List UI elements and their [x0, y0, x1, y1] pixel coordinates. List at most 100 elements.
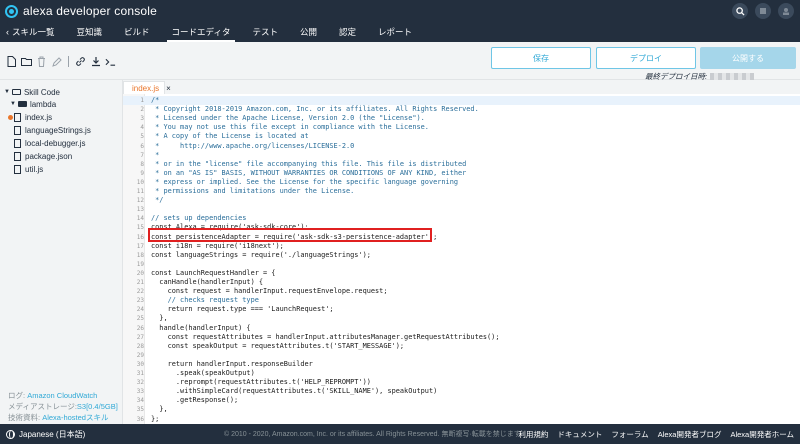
code-line[interactable]: 6 * http://www.apache.org/licenses/LICEN…	[123, 142, 800, 151]
code-line[interactable]: 29	[123, 351, 800, 360]
copyright-text: © 2010 - 2020, Amazon.com, Inc. or its a…	[224, 431, 521, 438]
footer-link-home[interactable]: Alexa開発者ホーム	[730, 429, 794, 440]
tree-file-util-js[interactable]: util.js	[14, 163, 43, 175]
language-selector[interactable]: Japanese (日本語)	[6, 429, 85, 440]
code-line[interactable]: 35 },	[123, 405, 800, 414]
tab-index-js[interactable]: index.js ×	[123, 81, 171, 95]
code-line[interactable]: 30 return handlerInput.responseBuilder	[123, 360, 800, 369]
deploy-button[interactable]: デプロイ	[596, 47, 696, 69]
footer-link-docs[interactable]: ドキュメント	[557, 429, 602, 440]
line-number: 7	[140, 151, 144, 159]
app-title[interactable]: alexa developer console	[23, 4, 157, 18]
code-line[interactable]: 3 * Licensed under the Apache License, V…	[123, 114, 800, 123]
tree-folder-label: lambda	[29, 99, 57, 109]
code-text: .speak(speakOutput)	[151, 369, 255, 377]
alexa-logo-icon[interactable]	[5, 4, 18, 18]
chevron-left-icon: ‹	[6, 27, 9, 37]
code-line[interactable]: 7 *	[123, 151, 800, 160]
tab-certification[interactable]: 認定	[328, 22, 367, 42]
code-line[interactable]: 34 .getResponse();	[123, 396, 800, 405]
tree-file-label: package.json	[25, 151, 73, 161]
tab-build[interactable]: ビルド	[113, 22, 161, 42]
code-text: *	[151, 150, 160, 159]
footer-link-blog[interactable]: Alexa開発者ブログ	[658, 429, 722, 440]
line-number: 8	[140, 160, 144, 168]
footer-link-forums[interactable]: フォーラム	[611, 429, 648, 440]
download-icon[interactable]	[90, 56, 101, 67]
tree-file-package-json[interactable]: package.json	[14, 150, 72, 162]
tree-file-local-debugger-js[interactable]: local-debugger.js	[14, 137, 85, 149]
code-text: return request.type === 'LaunchRequest';	[151, 305, 334, 314]
line-number: 35	[136, 406, 144, 414]
code-line[interactable]: 18 const languageStrings = require('./lan…	[123, 251, 800, 260]
sidebar-resource-links: ログ: Amazon CloudWatch メディアストレージ:S3[0.4/5…	[8, 390, 118, 423]
code-line[interactable]: 8 * or in the "license" file accompanyin…	[123, 160, 800, 169]
line-number: 20	[136, 269, 144, 277]
tree-folder-lambda[interactable]: ▼ lambda	[10, 98, 56, 110]
notifications-icon[interactable]	[755, 3, 771, 19]
line-number: 32	[136, 379, 144, 387]
line-number: 4	[140, 124, 144, 132]
code-line[interactable]: 33 .withSimpleCard(requestAttributes.t('…	[123, 387, 800, 396]
back-to-skills-link[interactable]: ‹ スキル一覧	[0, 22, 66, 42]
code-line[interactable]: 10 * express or implied. See the License…	[123, 178, 800, 187]
code-line[interactable]: 27 const requestAttributes = handlerInpu…	[123, 333, 800, 342]
close-tab-icon[interactable]: ×	[166, 84, 171, 93]
code-line[interactable]: 4 * You may not use this file except in …	[123, 123, 800, 132]
code-line[interactable]: 5 * A copy of the License is located at	[123, 132, 800, 141]
footer-link-terms[interactable]: 利用規約	[518, 429, 548, 440]
code-line[interactable]: 25 },	[123, 314, 800, 323]
search-icon[interactable]	[732, 3, 748, 19]
tab-publish[interactable]: 公開	[289, 22, 328, 42]
publish-button[interactable]: 公開する	[700, 47, 796, 69]
code-line[interactable]: 26 handle(handlerInput) {	[123, 324, 800, 333]
code-editor[interactable]: 1/* 2 * Copyright 2018-2019 Amazon.com, I…	[123, 94, 800, 424]
code-line[interactable]: 1 /*	[123, 96, 800, 105]
tab-skill-name[interactable]: 豆知識	[66, 22, 114, 42]
tree-file-languagestrings-js[interactable]: languageStrings.js	[14, 124, 91, 136]
delete-icon[interactable]	[36, 56, 47, 67]
tree-root-skill-code[interactable]: ▼ Skill Code	[4, 86, 60, 98]
code-text: },	[151, 405, 168, 414]
code-line[interactable]: 23 // checks request type	[123, 296, 800, 305]
code-line[interactable]: 12 */	[123, 196, 800, 205]
code-line[interactable]: 19	[123, 260, 800, 269]
code-text: * permissions and limitations under the …	[151, 187, 355, 195]
code-line[interactable]: 31 .speak(speakOutput)	[123, 369, 800, 378]
code-line[interactable]: 21 canHandle(handlerInput) {	[123, 278, 800, 287]
code-line[interactable]: 9 * on an "AS IS" BASIS, WITHOUT WARRANT…	[123, 169, 800, 178]
code-line[interactable]: 24 return request.type === 'LaunchReques…	[123, 305, 800, 314]
code-line[interactable]: 14 // sets up dependencies	[123, 214, 800, 223]
line-number: 3	[140, 115, 144, 123]
user-avatar-icon[interactable]	[778, 3, 794, 19]
code-line[interactable]: 32 .reprompt(requestAttributes.t('HELP_R…	[123, 378, 800, 387]
s3-storage-link[interactable]: S3[0.4/5GB]	[77, 402, 118, 411]
hosted-skill-docs-link[interactable]: Alexa-hostedスキル	[42, 413, 108, 422]
new-folder-icon[interactable]	[21, 56, 32, 67]
terminal-icon[interactable]	[105, 56, 116, 67]
line-number: 1	[140, 97, 144, 104]
code-text: * Copyright 2018-2019 Amazon.com, Inc. o…	[151, 105, 479, 114]
code-line[interactable]: 17 const i18n = require('i18next');	[123, 242, 800, 251]
code-line[interactable]: 11 * permissions and limitations under t…	[123, 187, 800, 196]
tree-file-index-js[interactable]: index.js	[8, 111, 52, 123]
code-line[interactable]: 13	[123, 205, 800, 214]
code-line[interactable]: 36};	[123, 415, 800, 424]
new-file-icon[interactable]	[6, 56, 17, 67]
tab-test[interactable]: テスト	[241, 22, 289, 42]
code-line[interactable]: 20 const LaunchRequestHandler = {	[123, 269, 800, 278]
tab-reports[interactable]: レポート	[367, 22, 423, 42]
tab-code-editor[interactable]: コードエディタ	[161, 22, 242, 42]
cloudwatch-link[interactable]: Amazon CloudWatch	[27, 391, 97, 400]
link-icon[interactable]	[75, 56, 86, 67]
code-text: };	[151, 414, 160, 423]
language-label: Japanese (日本語)	[19, 429, 86, 439]
code-text: canHandle(handlerInput) {	[151, 278, 264, 286]
code-line[interactable]: 2 * Copyright 2018-2019 Amazon.com, Inc.…	[123, 105, 800, 114]
code-line[interactable]: 28 const speakOutput = requestAttributes…	[123, 342, 800, 351]
rename-icon[interactable]	[51, 56, 62, 67]
tree-file-label: local-debugger.js	[25, 138, 86, 148]
code-text: return handlerInput.responseBuilder	[151, 359, 313, 368]
save-button[interactable]: 保存	[491, 47, 591, 69]
code-line[interactable]: 22 const request = handlerInput.requestE…	[123, 287, 800, 296]
